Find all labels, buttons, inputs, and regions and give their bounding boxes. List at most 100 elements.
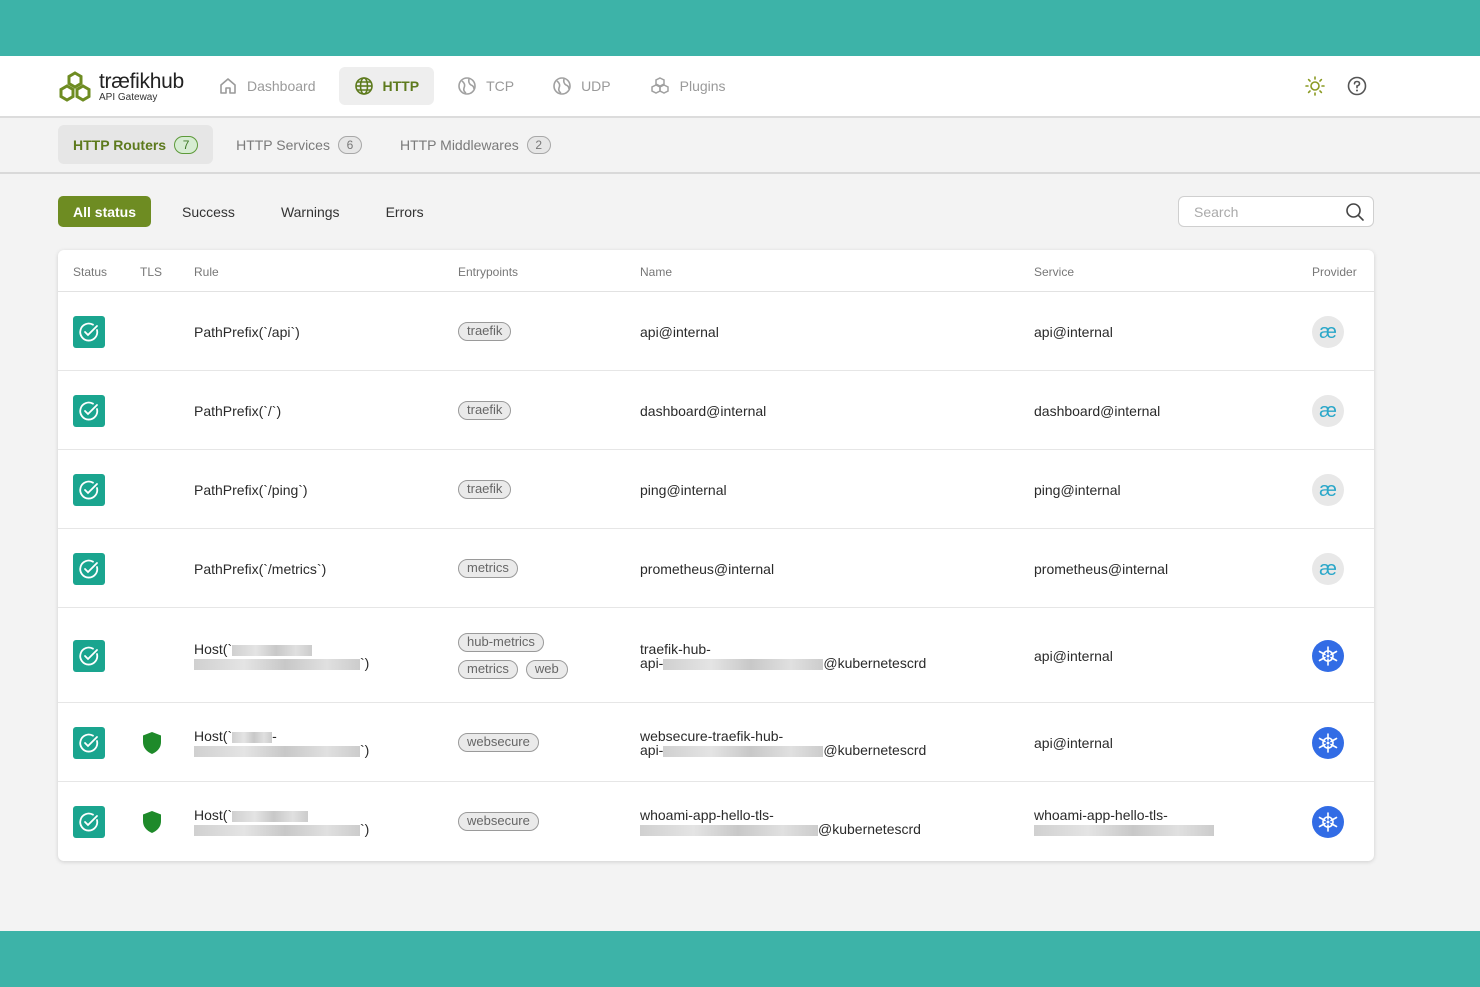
table-row[interactable]: Host(` - `) websecure websecure-traefik-h… <box>58 703 1374 782</box>
entrypoints: traefik <box>458 322 588 341</box>
header-provider[interactable]: Provider <box>1312 265 1357 279</box>
success-status-icon <box>73 316 105 348</box>
app-window: træfikhub API Gateway Dashboard HTTP TCP… <box>0 56 1480 931</box>
brand-subtitle: API Gateway <box>99 92 158 103</box>
entrypoint-chip: metrics <box>458 660 518 679</box>
router-name-line-2: api- <box>640 742 664 758</box>
subtab-label: HTTP Middlewares <box>399 136 519 153</box>
filter-all-status[interactable]: All status <box>58 196 152 227</box>
rule-prefix: Host(` <box>194 807 233 823</box>
table-row[interactable]: PathPrefix(`/api`) traefik api@internal … <box>58 292 1374 371</box>
table-row[interactable]: PathPrefix(`/metrics`) metrics prometheu… <box>58 529 1374 608</box>
nav-tab-tcp[interactable]: TCP <box>442 67 529 105</box>
nav-tab-udp[interactable]: UDP <box>537 67 626 105</box>
header-entrypoints[interactable]: Entrypoints <box>458 265 518 279</box>
nav-tab-label: HTTP <box>382 78 420 94</box>
router-name: whoami-app-hello-tls- @kubernetescrd <box>640 808 921 836</box>
table-row[interactable]: Host(` `) websecure whoami-app-hello-tls… <box>58 782 1374 861</box>
rule-text: Host(` - `) <box>194 729 369 757</box>
router-name: websecure-traefik-hub- api- @kubernetescr… <box>640 729 926 757</box>
kubernetes-provider-icon <box>1312 640 1344 672</box>
nav-tab-label: Dashboard <box>247 78 316 94</box>
entrypoints: traefik <box>458 480 588 499</box>
filter-warnings[interactable]: Warnings <box>266 196 355 227</box>
subtab-http-routers[interactable]: HTTP Routers 7 <box>58 125 214 164</box>
redacted-text <box>663 658 824 670</box>
table-header: Status TLS Rule Entrypoints Name Service… <box>58 250 1374 292</box>
service-name: api@internal <box>1034 324 1113 340</box>
header-tls[interactable]: TLS <box>140 265 162 279</box>
search-icon[interactable] <box>1345 202 1365 222</box>
success-status-icon <box>73 640 105 672</box>
svg-text:æ: æ <box>1319 401 1337 421</box>
redacted-text <box>1034 824 1214 836</box>
plugins-icon <box>650 77 669 94</box>
kubernetes-provider-icon <box>1312 727 1344 759</box>
table-row[interactable]: Host(` `) hub-metrics metrics web traefi… <box>58 608 1374 703</box>
hub-logo-icon <box>59 71 91 102</box>
filter-errors[interactable]: Errors <box>371 196 439 227</box>
internal-provider-icon: æ <box>1312 316 1344 348</box>
entrypoints: websecure <box>458 733 588 752</box>
rule-mid: - <box>272 728 277 744</box>
router-name-line-2: api- <box>640 655 664 671</box>
entrypoints: traefik <box>458 401 588 420</box>
filter-success[interactable]: Success <box>167 196 250 227</box>
help-icon[interactable] <box>1346 75 1368 97</box>
router-name-line-1: whoami-app-hello-tls- <box>640 807 774 823</box>
count-badge: 2 <box>526 135 551 154</box>
brand-logo[interactable]: træfikhub API Gateway <box>57 70 184 104</box>
internal-provider-icon: æ <box>1312 395 1344 427</box>
brand-name-suffix: hub <box>149 70 184 93</box>
kubernetes-provider-icon <box>1312 806 1344 838</box>
success-status-icon <box>73 727 105 759</box>
nav-tab-http[interactable]: HTTP <box>338 67 435 105</box>
count-badge: 6 <box>337 135 362 154</box>
theme-sun-icon[interactable] <box>1304 75 1326 97</box>
rule-suffix: `) <box>360 821 370 837</box>
redacted-text <box>194 824 360 836</box>
header-service[interactable]: Service <box>1034 265 1074 279</box>
header-name[interactable]: Name <box>640 265 672 279</box>
network-icon <box>458 77 476 95</box>
entrypoints: websecure <box>458 812 588 831</box>
service-name: api@internal <box>1034 648 1113 664</box>
header-rule[interactable]: Rule <box>194 265 219 279</box>
router-name: traefik-hub- api- @kubernetescrd <box>640 642 926 670</box>
globe-icon <box>354 77 373 95</box>
subtab-http-services[interactable]: HTTP Services 6 <box>221 125 377 164</box>
service-name: api@internal <box>1034 735 1113 751</box>
routers-table: Status TLS Rule Entrypoints Name Service… <box>58 250 1374 861</box>
entrypoint-chip: traefik <box>458 322 512 341</box>
entrypoint-chip: websecure <box>458 812 539 831</box>
nav-tab-label: TCP <box>486 78 515 94</box>
router-name: prometheus@internal <box>640 561 775 577</box>
table-row[interactable]: PathPrefix(`/ping`) traefik ping@interna… <box>58 450 1374 529</box>
table-row[interactable]: PathPrefix(`/`) traefik dashboard@intern… <box>58 371 1374 450</box>
success-status-icon <box>73 553 105 585</box>
entrypoint-chip: websecure <box>458 733 539 752</box>
rule-text: PathPrefix(`/ping`) <box>194 482 308 498</box>
redacted-text <box>232 731 273 743</box>
rule-text: Host(` `) <box>194 808 369 836</box>
router-name: api@internal <box>640 324 719 340</box>
entrypoint-chip: hub-metrics <box>458 633 544 652</box>
service-name-line-1: whoami-app-hello-tls- <box>1034 807 1168 823</box>
header-status[interactable]: Status <box>73 265 107 279</box>
search-input[interactable] <box>1194 203 1345 220</box>
redacted-text <box>232 810 309 822</box>
subtab-label: HTTP Services <box>236 136 330 153</box>
svg-text:æ: æ <box>1319 480 1337 500</box>
svg-text:æ: æ <box>1319 559 1337 579</box>
nav-tab-dashboard[interactable]: Dashboard <box>203 67 331 105</box>
router-name-line-1: traefik-hub- <box>640 641 711 657</box>
router-name-suffix: @kubernetescrd <box>823 742 927 758</box>
entrypoints: metrics <box>458 559 588 578</box>
brand-name: træfikhub <box>99 71 184 92</box>
subtab-http-middlewares[interactable]: HTTP Middlewares 2 <box>385 125 566 164</box>
nav-tab-plugins[interactable]: Plugins <box>634 67 741 105</box>
entrypoint-chip: traefik <box>458 480 512 499</box>
search-box <box>1178 196 1374 227</box>
router-name-suffix: @kubernetescrd <box>823 655 927 671</box>
rule-text: PathPrefix(`/api`) <box>194 324 300 340</box>
